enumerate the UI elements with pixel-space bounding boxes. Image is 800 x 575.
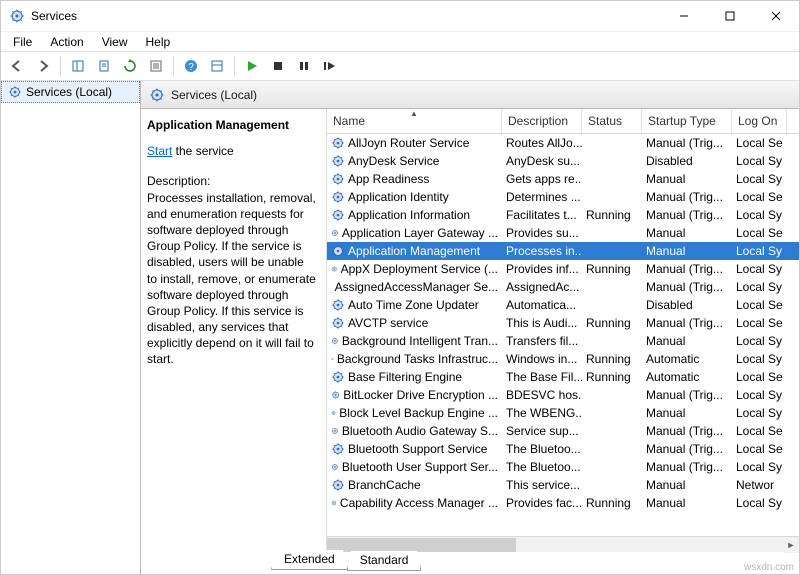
service-gear-icon [331, 244, 345, 258]
back-button[interactable] [5, 54, 29, 78]
service-row[interactable]: Bluetooth User Support Ser...The Bluetoo… [327, 458, 799, 476]
sort-indicator-icon: ▲ [410, 109, 418, 118]
service-gear-icon [331, 424, 339, 438]
service-row[interactable]: Application InformationFacilitates t...R… [327, 206, 799, 224]
service-gear-icon [331, 460, 339, 474]
service-gear-icon [331, 190, 345, 204]
service-gear-icon [331, 478, 345, 492]
header-gear-icon [149, 87, 165, 103]
start-service-link[interactable]: Start [147, 144, 172, 158]
service-row[interactable]: Block Level Backup Engine ...The WBENG..… [327, 404, 799, 422]
svg-text:?: ? [188, 62, 194, 73]
menu-help[interactable]: Help [138, 33, 179, 51]
service-gear-icon [331, 280, 332, 294]
minimize-button[interactable] [661, 1, 707, 31]
service-row[interactable]: Background Intelligent Tran...Transfers … [327, 332, 799, 350]
watermark: wsxdn.com [744, 562, 794, 573]
detail-service-name: Application Management [147, 117, 316, 133]
service-gear-icon [331, 208, 345, 222]
start-service-button[interactable] [240, 54, 264, 78]
description-text: Processes installation, removal, and enu… [147, 190, 316, 368]
forward-button[interactable] [31, 54, 55, 78]
description-label: Description: [147, 173, 316, 189]
services-icon [9, 8, 25, 24]
export-button[interactable] [92, 54, 116, 78]
show-hide-action-button[interactable] [205, 54, 229, 78]
maximize-button[interactable] [707, 1, 753, 31]
service-row[interactable]: Application IdentityDetermines ...Manual… [327, 188, 799, 206]
stop-service-button[interactable] [266, 54, 290, 78]
service-gear-icon [331, 352, 334, 366]
service-gear-icon [331, 442, 345, 456]
service-row[interactable]: BitLocker Drive Encryption ...BDESVC hos… [327, 386, 799, 404]
col-startup[interactable]: Startup Type [642, 109, 732, 133]
menu-action[interactable]: Action [42, 33, 91, 51]
header-label: Services (Local) [171, 88, 257, 102]
service-row[interactable]: AppX Deployment Service (...Provides inf… [327, 260, 799, 278]
col-status[interactable]: Status [582, 109, 642, 133]
help-button[interactable]: ? [179, 54, 203, 78]
service-gear-icon [331, 154, 345, 168]
service-row[interactable]: Bluetooth Support ServiceThe Bluetoo...M… [327, 440, 799, 458]
tab-standard[interactable]: Standard [347, 551, 422, 571]
menu-file[interactable]: File [5, 33, 40, 51]
col-logon[interactable]: Log On [732, 109, 787, 133]
service-row[interactable]: AnyDesk ServiceAnyDesk su...DisabledLoca… [327, 152, 799, 170]
service-row[interactable]: App ReadinessGets apps re...ManualLocal … [327, 170, 799, 188]
service-gear-icon [331, 334, 339, 348]
grid-body[interactable]: AllJoyn Router ServiceRoutes AllJo...Man… [327, 134, 799, 536]
service-row[interactable]: Application Layer Gateway ...Provides su… [327, 224, 799, 242]
tab-extended[interactable]: Extended [271, 550, 348, 570]
service-gear-icon [331, 406, 336, 420]
grid-header: ▲Name Description Status Startup Type Lo… [327, 109, 799, 134]
service-gear-icon [331, 370, 345, 384]
col-desc[interactable]: Description [502, 109, 582, 133]
col-name[interactable]: ▲Name [327, 109, 502, 133]
close-button[interactable] [753, 1, 799, 31]
tree-services-local[interactable]: Services (Local) [1, 81, 140, 103]
service-gear-icon [331, 298, 345, 312]
service-gear-icon [331, 226, 339, 240]
service-row[interactable]: AssignedAccessManager Se...AssignedAc...… [327, 278, 799, 296]
service-gear-icon [331, 172, 345, 186]
menu-view[interactable]: View [94, 33, 136, 51]
service-row[interactable]: AVCTP serviceThis is Audi...RunningManua… [327, 314, 799, 332]
service-row[interactable]: Background Tasks Infrastruc...Windows in… [327, 350, 799, 368]
restart-service-button[interactable] [318, 54, 342, 78]
scroll-thumb[interactable] [327, 538, 516, 552]
horizontal-scrollbar[interactable]: ◄ ► [327, 536, 799, 552]
service-row[interactable]: Capability Access Manager ...Provides fa… [327, 494, 799, 512]
service-gear-icon [331, 388, 340, 402]
service-row[interactable]: Base Filtering EngineThe Base Fil...Runn… [327, 368, 799, 386]
pause-service-button[interactable] [292, 54, 316, 78]
properties-button[interactable] [144, 54, 168, 78]
service-row[interactable]: BranchCacheThis service...ManualNetwor [327, 476, 799, 494]
service-gear-icon [331, 496, 337, 510]
service-row[interactable]: Bluetooth Audio Gateway S...Service sup.… [327, 422, 799, 440]
show-hide-tree-button[interactable] [66, 54, 90, 78]
service-gear-icon [331, 136, 345, 150]
service-gear-icon [331, 262, 338, 276]
service-row[interactable]: Application ManagementProcesses in...Man… [327, 242, 799, 260]
service-row[interactable]: Auto Time Zone UpdaterAutomatica...Disab… [327, 296, 799, 314]
window-title: Services [31, 9, 661, 23]
service-gear-icon [331, 316, 345, 330]
tree-label: Services (Local) [26, 85, 112, 99]
refresh-button[interactable] [118, 54, 142, 78]
start-suffix: the service [172, 144, 233, 158]
service-row[interactable]: AllJoyn Router ServiceRoutes AllJo...Man… [327, 134, 799, 152]
scroll-right-icon[interactable]: ► [783, 537, 799, 553]
